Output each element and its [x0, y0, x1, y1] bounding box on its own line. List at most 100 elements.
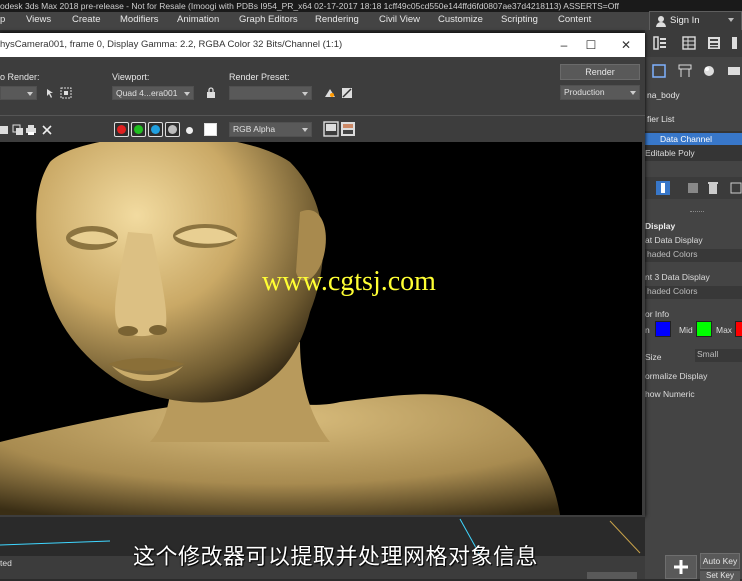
- menu-item-customize[interactable]: Customize: [438, 12, 483, 30]
- rendered-image: [0, 142, 642, 515]
- normalize-display-checkbox[interactable]: ormalize Display: [645, 371, 707, 381]
- channel-value: RGB Alpha: [233, 124, 276, 134]
- modifier-list-dropdown[interactable]: fier List: [645, 114, 742, 127]
- max-color-swatch[interactable]: [735, 321, 742, 337]
- chevron-down-icon: [728, 18, 734, 22]
- point3-data-display-dropdown[interactable]: haded Colors: [645, 286, 742, 299]
- menu-item-scripting[interactable]: Scripting: [501, 12, 538, 30]
- viewport-value: Quad 4...era001: [116, 88, 178, 98]
- menu-item-views[interactable]: Views: [26, 12, 51, 30]
- user-icon: [656, 16, 666, 27]
- app-title-bar: odesk 3ds Max 2018 pre-release - Not for…: [0, 0, 742, 12]
- rollout-divider: [690, 211, 704, 214]
- stack-toolbar: [645, 177, 742, 199]
- menu-item-rendering[interactable]: Rendering: [315, 12, 359, 30]
- scene-explorer-icon[interactable]: [681, 35, 697, 51]
- menu-item-content[interactable]: Content: [558, 12, 591, 30]
- environment-effects-icon[interactable]: [341, 87, 353, 99]
- max-color-label: Max: [716, 325, 733, 335]
- render-setup-icon[interactable]: [324, 87, 336, 99]
- production-dropdown[interactable]: Production: [560, 85, 640, 100]
- swatch-clear-icon[interactable]: [204, 123, 217, 136]
- set-key-toggle[interactable]: Set Key: [700, 571, 740, 581]
- menu-item-create[interactable]: Create: [72, 12, 101, 30]
- size-label: Size: [645, 352, 662, 362]
- auto-key-button[interactable]: Auto Key: [700, 553, 740, 569]
- frame-spinner[interactable]: [587, 572, 637, 579]
- edit-region-icon[interactable]: [44, 87, 56, 99]
- area-to-render-label: o Render:: [0, 72, 40, 82]
- command-panel: [645, 30, 742, 579]
- stack-item-label: Data Channel: [660, 134, 712, 144]
- area-to-render-dropdown[interactable]: [0, 86, 37, 100]
- display-panel-icon[interactable]: [706, 35, 722, 51]
- monochrome-toggle[interactable]: [186, 127, 193, 134]
- alpha-channel-toggle[interactable]: [165, 122, 180, 137]
- create-tab-icon[interactable]: [652, 64, 666, 78]
- toolbar-divider: [0, 115, 645, 116]
- display-tab-icon[interactable]: [727, 64, 741, 78]
- layer-explorer-icon[interactable]: [652, 35, 668, 51]
- menu-item-help[interactable]: p: [0, 12, 5, 30]
- red-channel-toggle[interactable]: [114, 122, 129, 137]
- lock-icon[interactable]: [205, 87, 217, 99]
- status-text: ted: [0, 558, 12, 568]
- min-color-swatch[interactable]: [655, 321, 671, 337]
- show-end-result-icon[interactable]: [685, 180, 701, 196]
- render-button[interactable]: Render: [560, 64, 640, 80]
- close-button[interactable]: ✕: [608, 33, 644, 57]
- command-panel-toolbar: [645, 30, 742, 57]
- auto-region-icon[interactable]: [60, 87, 72, 99]
- viewport-label: Viewport:: [112, 72, 150, 82]
- motion-tab-icon[interactable]: [702, 64, 716, 78]
- toggle-ui-overlay-icon[interactable]: [323, 121, 339, 137]
- production-value: Production: [564, 87, 605, 97]
- app-title: odesk 3ds Max 2018 pre-release - Not for…: [0, 1, 619, 11]
- stack-item-data-channel[interactable]: Data Channel: [645, 133, 742, 145]
- sign-in-label: Sign In: [670, 15, 700, 26]
- print-icon[interactable]: [25, 124, 37, 136]
- min-color-label: n: [645, 325, 650, 335]
- color-info-label: or Info: [645, 309, 670, 319]
- float-data-display-label: at Data Display: [645, 235, 703, 245]
- sign-in-button[interactable]: Sign In: [649, 11, 742, 31]
- display-channel-dropdown[interactable]: RGB Alpha: [229, 122, 312, 137]
- configure-modifier-sets-icon[interactable]: [730, 180, 742, 196]
- menu-item-civil-view[interactable]: Civil View: [379, 12, 420, 30]
- utilities-icon[interactable]: [731, 35, 742, 51]
- point3-data-display-label: nt 3 Data Display: [645, 272, 710, 282]
- size-dropdown[interactable]: Small: [695, 349, 742, 362]
- render-window-title: hysCamera001, frame 0, Display Gamma: 2.…: [0, 39, 343, 50]
- clear-icon[interactable]: [41, 124, 53, 136]
- render-preset-dropdown[interactable]: [229, 86, 312, 100]
- green-channel-toggle[interactable]: [131, 122, 146, 137]
- mid-color-swatch[interactable]: [696, 321, 712, 337]
- display-rollout-header[interactable]: Display: [645, 221, 675, 231]
- viewport-dropdown[interactable]: Quad 4...era001: [112, 86, 194, 100]
- pin-stack-icon[interactable]: [655, 180, 671, 196]
- plus-key-icon: [674, 560, 688, 574]
- render-window-controls: o Render: Viewport: Quad 4...era001 Rend…: [0, 57, 645, 142]
- hierarchy-tab-icon[interactable]: [678, 64, 692, 78]
- render-window-title-bar: hysCamera001, frame 0, Display Gamma: 2.…: [0, 33, 645, 57]
- object-name-field[interactable]: na_body: [645, 90, 742, 103]
- stack-item-label: Editable Poly: [645, 148, 695, 158]
- rendered-head-figure: [0, 142, 642, 515]
- copy-image-icon[interactable]: [0, 124, 12, 136]
- clone-window-icon[interactable]: [12, 124, 24, 136]
- menu-item-modifiers[interactable]: Modifiers: [120, 12, 159, 30]
- stack-item-editable-poly[interactable]: Editable Poly: [645, 147, 742, 159]
- video-subtitle: 这个修改器可以提取并处理网格对象信息: [133, 545, 539, 570]
- mid-color-label: Mid: [679, 325, 693, 335]
- maximize-button[interactable]: ☐: [573, 33, 609, 57]
- remove-modifier-icon[interactable]: [705, 180, 721, 196]
- menu-item-graph-editors[interactable]: Graph Editors: [239, 12, 298, 30]
- show-numeric-checkbox[interactable]: how Numeric: [645, 389, 695, 399]
- blue-channel-toggle[interactable]: [148, 122, 163, 137]
- set-key-button[interactable]: [665, 555, 697, 579]
- float-data-display-dropdown[interactable]: haded Colors: [645, 249, 742, 262]
- toggle-ui-icon[interactable]: [340, 121, 356, 137]
- watermark-text: www.cgtsj.com: [262, 266, 436, 297]
- menu-bar: p Views Create Modifiers Animation Graph…: [0, 12, 742, 30]
- menu-item-animation[interactable]: Animation: [177, 12, 219, 30]
